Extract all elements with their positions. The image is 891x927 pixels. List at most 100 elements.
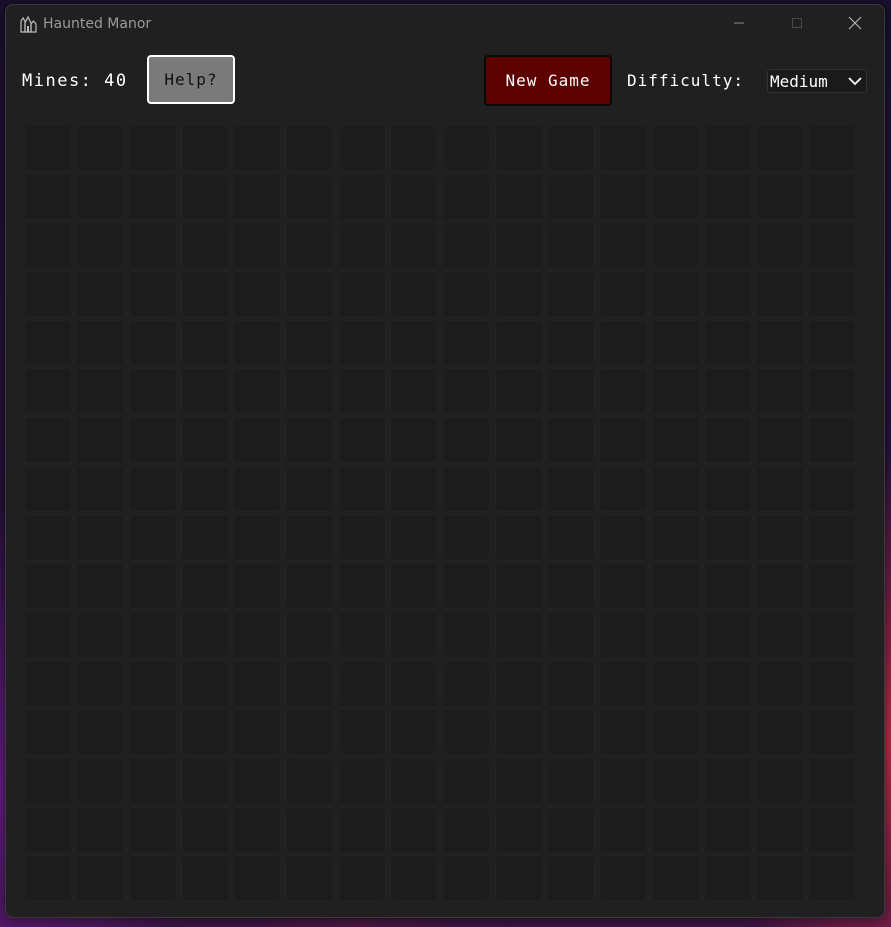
close-button[interactable] [826,5,884,41]
grid-cell[interactable] [442,709,491,756]
grid-cell[interactable] [756,806,805,853]
grid-cell[interactable] [76,660,125,707]
grid-cell[interactable] [442,855,491,902]
grid-cell[interactable] [494,368,543,415]
grid-cell[interactable] [599,660,648,707]
grid-cell[interactable] [703,319,752,366]
grid-cell[interactable] [233,855,282,902]
grid-cell[interactable] [546,757,595,804]
grid-cell[interactable] [494,465,543,512]
grid-cell[interactable] [651,709,700,756]
grid-cell[interactable] [233,563,282,610]
grid-cell[interactable] [651,222,700,269]
grid-cell[interactable] [337,709,386,756]
grid-cell[interactable] [442,319,491,366]
grid-cell[interactable] [180,563,229,610]
grid-cell[interactable] [24,757,72,804]
grid-cell[interactable] [390,660,439,707]
grid-cell[interactable] [285,514,334,561]
grid-cell[interactable] [180,806,229,853]
grid-cell[interactable] [76,319,125,366]
grid-cell[interactable] [808,368,857,415]
grid-cell[interactable] [24,806,72,853]
grid-cell[interactable] [390,368,439,415]
grid-cell[interactable] [233,368,282,415]
grid-cell[interactable] [337,368,386,415]
difficulty-select[interactable]: Medium [767,69,867,93]
grid-cell[interactable] [233,417,282,464]
grid-cell[interactable] [808,319,857,366]
grid-cell[interactable] [494,173,543,220]
grid-cell[interactable] [808,806,857,853]
grid-cell[interactable] [233,222,282,269]
grid-cell[interactable] [494,757,543,804]
grid-cell[interactable] [390,465,439,512]
grid-cell[interactable] [703,709,752,756]
grid-cell[interactable] [285,563,334,610]
grid-cell[interactable] [756,611,805,658]
grid-cell[interactable] [546,222,595,269]
grid-cell[interactable] [703,465,752,512]
grid-cell[interactable] [494,806,543,853]
grid-cell[interactable] [76,368,125,415]
grid-cell[interactable] [76,757,125,804]
grid-cell[interactable] [494,417,543,464]
grid-cell[interactable] [24,417,72,464]
grid-cell[interactable] [546,514,595,561]
grid-cell[interactable] [651,417,700,464]
grid-cell[interactable] [442,660,491,707]
grid-cell[interactable] [756,125,805,171]
grid-cell[interactable] [337,757,386,804]
grid-cell[interactable] [546,709,595,756]
grid-cell[interactable] [285,368,334,415]
grid-cell[interactable] [703,173,752,220]
grid-cell[interactable] [808,222,857,269]
maximize-button[interactable] [768,5,826,41]
grid-cell[interactable] [599,271,648,318]
grid-cell[interactable] [546,368,595,415]
grid-cell[interactable] [76,417,125,464]
grid-cell[interactable] [442,563,491,610]
grid-cell[interactable] [546,319,595,366]
grid-cell[interactable] [442,222,491,269]
grid-cell[interactable] [651,563,700,610]
help-button[interactable]: Help? [147,55,235,104]
grid-cell[interactable] [651,855,700,902]
grid-cell[interactable] [599,417,648,464]
grid-cell[interactable] [390,173,439,220]
grid-cell[interactable] [76,514,125,561]
grid-cell[interactable] [337,563,386,610]
grid-cell[interactable] [756,222,805,269]
grid-cell[interactable] [546,125,595,171]
grid-cell[interactable] [285,417,334,464]
grid-cell[interactable] [442,465,491,512]
grid-cell[interactable] [442,271,491,318]
grid-cell[interactable] [76,855,125,902]
grid-cell[interactable] [285,660,334,707]
grid-cell[interactable] [390,319,439,366]
grid-cell[interactable] [494,709,543,756]
grid-cell[interactable] [285,125,334,171]
grid-cell[interactable] [756,514,805,561]
grid-cell[interactable] [703,660,752,707]
grid-cell[interactable] [703,417,752,464]
grid-cell[interactable] [599,611,648,658]
grid-cell[interactable] [128,563,177,610]
grid-cell[interactable] [546,465,595,512]
grid-cell[interactable] [337,465,386,512]
grid-cell[interactable] [599,173,648,220]
grid-cell[interactable] [599,368,648,415]
grid-cell[interactable] [233,125,282,171]
grid-cell[interactable] [128,319,177,366]
grid-cell[interactable] [494,271,543,318]
grid-cell[interactable] [233,173,282,220]
grid-cell[interactable] [128,417,177,464]
grid-cell[interactable] [128,709,177,756]
grid-cell[interactable] [390,514,439,561]
grid-cell[interactable] [599,465,648,512]
grid-cell[interactable] [808,757,857,804]
grid-cell[interactable] [808,417,857,464]
grid-cell[interactable] [808,271,857,318]
title-bar[interactable]: Haunted Manor [6,5,884,43]
grid-cell[interactable] [599,222,648,269]
